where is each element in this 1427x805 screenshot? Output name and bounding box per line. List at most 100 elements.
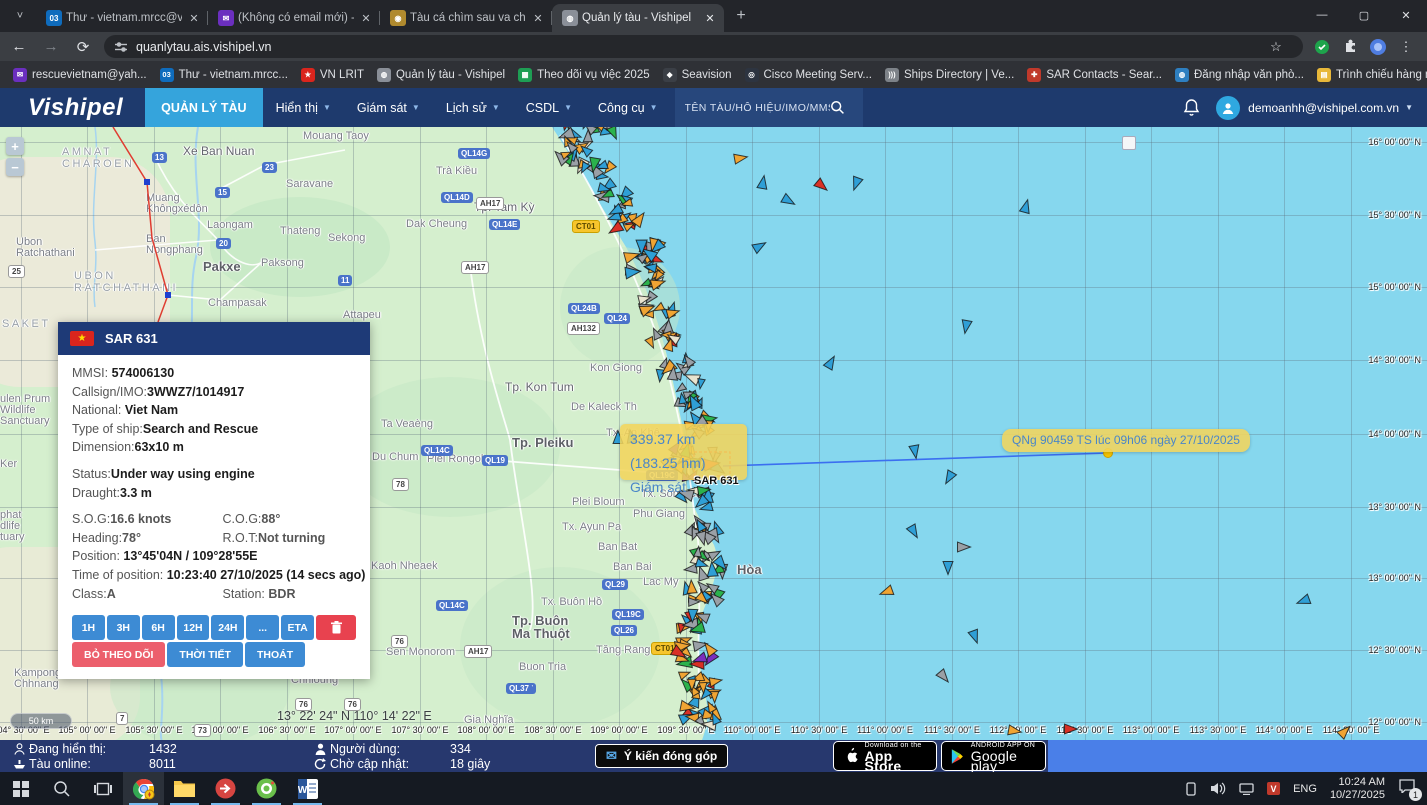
nav-menu-csdl[interactable]: CSDL▼ xyxy=(513,88,585,127)
history-button-24h[interactable]: 24H xyxy=(211,615,244,640)
bookmark-item[interactable]: ✚SAR Contacts - Sear... xyxy=(1027,68,1162,82)
ship-marker[interactable] xyxy=(1065,724,1078,734)
map-layers-control[interactable] xyxy=(1122,136,1136,150)
ship-marker[interactable] xyxy=(823,354,838,370)
zoom-out-button[interactable]: − xyxy=(6,158,24,176)
ship-marker[interactable] xyxy=(960,320,972,334)
nav-menu-c-ng-c-[interactable]: Công cụ▼ xyxy=(585,88,670,127)
popup-button-b-theo-d-i[interactable]: BỎ THEO DÕI xyxy=(72,642,165,667)
reload-icon[interactable]: ⟳ xyxy=(70,34,96,60)
delete-track-button[interactable] xyxy=(316,615,356,640)
taskbar-red-app-icon[interactable] xyxy=(205,772,246,805)
start-button[interactable] xyxy=(0,772,41,805)
back-icon[interactable]: ← xyxy=(6,34,32,60)
ship-marker[interactable] xyxy=(709,675,723,686)
forward-icon[interactable]: → xyxy=(38,34,64,60)
feedback-button[interactable]: ✉ Ý kiến đóng góp xyxy=(595,744,728,768)
ship-marker[interactable] xyxy=(941,470,956,486)
nav-menu-hi-n-th-[interactable]: Hiển thị▼ xyxy=(263,88,344,127)
taskbar-word-icon[interactable]: W xyxy=(287,772,328,805)
tray-antivirus-icon[interactable]: V xyxy=(1267,782,1280,795)
extensions-puzzle-icon[interactable] xyxy=(1339,36,1361,58)
action-center-icon[interactable]: 1 xyxy=(1399,779,1415,798)
maximize-button[interactable]: ▢ xyxy=(1343,0,1385,30)
close-button[interactable]: ✕ xyxy=(1385,0,1427,30)
zoom-in-button[interactable]: + xyxy=(6,137,24,155)
ship-marker[interactable] xyxy=(734,152,748,164)
history-button-6h[interactable]: 6H xyxy=(142,615,175,640)
ship-marker[interactable] xyxy=(606,221,623,237)
vessel-search-box[interactable] xyxy=(675,88,863,127)
ship-marker[interactable] xyxy=(1020,198,1033,213)
tray-volume-icon[interactable] xyxy=(1211,782,1226,795)
tray-language[interactable]: ENG xyxy=(1293,783,1317,795)
popup-header[interactable]: ★ SAR 631 xyxy=(58,322,370,355)
ship-marker[interactable] xyxy=(968,629,982,645)
popup-button-th-i-ti-t[interactable]: THỜI TIẾT xyxy=(167,642,243,667)
tray-cast-icon[interactable] xyxy=(1184,782,1198,796)
google-play-badge[interactable]: ANDROID APP ON Google play xyxy=(941,741,1046,771)
site-settings-icon[interactable] xyxy=(114,40,128,54)
vessel-search-input[interactable] xyxy=(685,102,830,114)
ship-marker[interactable] xyxy=(943,562,953,575)
route-waypoint[interactable] xyxy=(144,179,150,185)
menu-kebab-icon[interactable]: ⋮ xyxy=(1395,36,1417,58)
popup-button-tho-t[interactable]: THOÁT xyxy=(245,642,305,667)
taskbar-chrome-icon[interactable] xyxy=(123,772,164,805)
taskbar-green-app-icon[interactable] xyxy=(246,772,287,805)
browser-tab[interactable]: ✉(Không có email mới) - rescuev✕ xyxy=(208,4,380,32)
ship-marker[interactable] xyxy=(757,175,769,189)
search-icon[interactable] xyxy=(830,100,845,115)
ship-marker[interactable] xyxy=(849,176,863,192)
ship-marker[interactable] xyxy=(906,524,921,540)
ship-marker[interactable] xyxy=(781,193,797,208)
ship-marker[interactable] xyxy=(909,445,921,459)
user-email[interactable]: demoanhh@vishipel.com.vn xyxy=(1248,101,1399,115)
url-text[interactable]: quanlytau.ais.vishipel.vn xyxy=(136,40,1265,54)
ship-marker[interactable] xyxy=(958,542,971,552)
browser-tab[interactable]: 03Thư - vietnam.mrcc@vinamarin✕ xyxy=(36,4,208,32)
bookmark-star-icon[interactable]: ☆ xyxy=(1265,36,1287,58)
ship-marker[interactable] xyxy=(1295,594,1311,608)
bookmark-item[interactable]: ▦Theo dõi vụ việc 2025 xyxy=(518,68,650,82)
vishipel-logo[interactable]: Vishipel xyxy=(0,88,145,127)
history-button-12h[interactable]: 12H xyxy=(177,615,210,640)
notifications-bell-icon[interactable] xyxy=(1183,98,1200,117)
ship-marker[interactable] xyxy=(1337,723,1353,739)
ship-marker[interactable] xyxy=(936,669,952,685)
tab-close-icon[interactable]: ✕ xyxy=(530,10,546,26)
history-button-3h[interactable]: 3H xyxy=(107,615,140,640)
nav-menu-qu-n-l-t-u[interactable]: QUẢN LÝ TÀU xyxy=(145,88,262,127)
ship-marker[interactable] xyxy=(1008,725,1022,737)
new-tab-button[interactable]: + xyxy=(728,3,754,29)
map-canvas[interactable]: 339.37 km (183.25 hm) Giám sát QNg 90459… xyxy=(0,127,1427,740)
ship-marker[interactable] xyxy=(695,579,709,593)
ship-marker[interactable] xyxy=(752,238,768,253)
bookmark-item[interactable]: ★VN LRIT xyxy=(301,68,364,82)
ship-marker[interactable] xyxy=(878,585,894,599)
nav-menu-l-ch-s-[interactable]: Lịch sử▼ xyxy=(433,88,513,127)
history-button-...[interactable]: ... xyxy=(246,615,279,640)
task-view-icon[interactable] xyxy=(82,772,123,805)
bookmark-item[interactable]: ◍Đăng nhập văn phò... xyxy=(1175,68,1304,82)
adblock-extension-icon[interactable] xyxy=(1311,36,1333,58)
taskbar-search-icon[interactable] xyxy=(41,772,82,805)
address-bar[interactable]: quanlytau.ais.vishipel.vn ☆ xyxy=(104,35,1303,58)
route-waypoint[interactable] xyxy=(165,292,171,298)
bookmark-item[interactable]: ◎Cisco Meeting Serv... xyxy=(745,68,872,82)
nav-menu-gi-m-s-t[interactable]: Giám sát▼ xyxy=(344,88,433,127)
tab-close-icon[interactable]: ✕ xyxy=(186,10,202,26)
bookmark-item[interactable]: 03Thư - vietnam.mrcc... xyxy=(160,68,288,82)
taskbar-explorer-icon[interactable] xyxy=(164,772,205,805)
ship-marker[interactable] xyxy=(814,178,830,194)
history-button-eta[interactable]: ETA xyxy=(281,615,314,640)
profile-avatar-icon[interactable] xyxy=(1367,36,1389,58)
bookmark-item[interactable]: )))Ships Directory | Ve... xyxy=(885,68,1014,82)
ship-marker[interactable] xyxy=(696,379,705,390)
bookmark-item[interactable]: ▤Trình chiếu hàng ng... xyxy=(1317,68,1427,82)
bookmark-item[interactable]: ◍Quản lý tàu - Vishipel xyxy=(377,68,505,82)
tray-clock[interactable]: 10:24 AM 10/27/2025 xyxy=(1330,776,1385,802)
browser-tab[interactable]: ◍Quản lý tàu - Vishipel✕ xyxy=(552,4,724,32)
history-button-1h[interactable]: 1H xyxy=(72,615,105,640)
bookmark-item[interactable]: ✉rescuevietnam@yah... xyxy=(13,68,147,82)
